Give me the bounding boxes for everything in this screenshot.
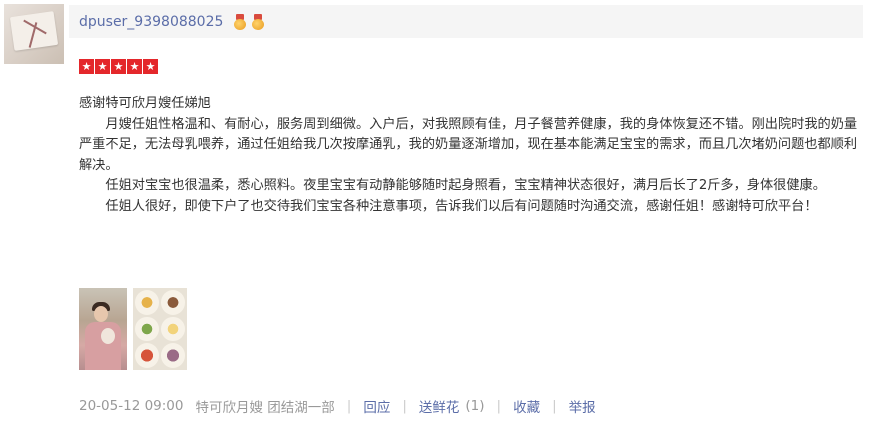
- divider: |: [402, 398, 407, 414]
- review-photos: [79, 288, 193, 370]
- medal-icon[interactable]: [251, 13, 265, 30]
- divider: |: [496, 398, 502, 414]
- favorite-link[interactable]: 收藏: [513, 396, 540, 416]
- send-flowers-link[interactable]: 送鲜花: [419, 396, 460, 416]
- medal-icon[interactable]: [233, 13, 247, 30]
- star-icon: ★: [79, 59, 94, 74]
- reply-link[interactable]: 回应: [363, 396, 390, 416]
- user-avatar[interactable]: [4, 4, 64, 64]
- star-icon: ★: [127, 59, 142, 74]
- star-rating: ★ ★ ★ ★ ★: [79, 59, 159, 74]
- review-header: dpuser_9398088025: [69, 5, 863, 38]
- star-icon: ★: [143, 59, 158, 74]
- divider: |: [552, 398, 557, 414]
- review-footer: 20-05-12 09:00 特可欣月嫂 团结湖一部 | 回应 | 送鲜花 (1…: [79, 396, 596, 416]
- review-body: 感谢特可欣月嫂任娣旭 月嫂任姐性格温和、有耐心，服务周到细微。入户后，对我照顾有…: [79, 94, 859, 217]
- divider: |: [346, 398, 352, 414]
- review-paragraph: 任姐对宝宝也很温柔，悉心照料。夜里宝宝有动静能够随时起身照看，宝宝精神状态很好，…: [105, 178, 826, 193]
- review-date: 20-05-12 09:00: [79, 398, 184, 414]
- shop-name: 特可欣月嫂 团结湖一部: [195, 400, 335, 416]
- user-medals: [229, 13, 265, 30]
- review-paragraph: 任姐人很好，即使下户了也交待我们宝宝各种注意事项，告诉我们以后有问题随时沟通交流…: [105, 198, 818, 214]
- report-link[interactable]: 举报: [569, 396, 596, 416]
- username-link[interactable]: dpuser_9398088025: [79, 14, 223, 30]
- flowers-count: (1): [465, 398, 485, 414]
- review-paragraph: 月嫂任姐性格温和、有耐心，服务周到细微。入户后，对我照顾有佳，月子餐营养健康，我…: [79, 116, 858, 173]
- photo-meals[interactable]: [133, 288, 187, 370]
- photo-mother-baby[interactable]: [79, 288, 127, 370]
- star-icon: ★: [111, 59, 126, 74]
- star-icon: ★: [95, 59, 110, 74]
- review-title: 感谢特可欣月嫂任娣旭: [79, 96, 211, 111]
